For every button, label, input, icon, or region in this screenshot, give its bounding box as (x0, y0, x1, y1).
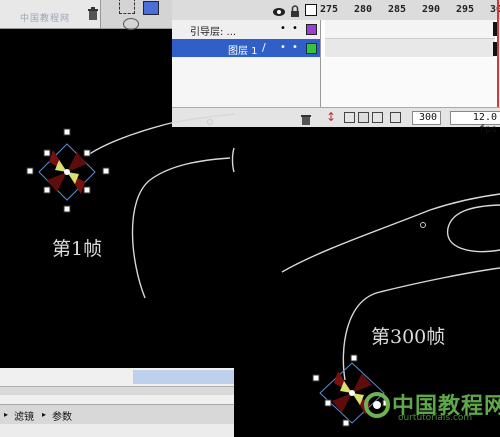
panel-tabs: ▸ 滤镜 ▸ 参数 (0, 404, 234, 426)
motion-guide-path (131, 157, 231, 299)
registration-point (420, 222, 426, 228)
caption-frame-300: 第300帧 (371, 326, 446, 348)
panel-footer (0, 424, 234, 437)
site-logo-subtext: ourtutorials.com (398, 413, 473, 423)
panel-arrow-icon[interactable]: ▸ (42, 410, 46, 419)
tab-filter[interactable]: 滤镜 (14, 408, 34, 423)
registration-point (207, 119, 213, 125)
tab-params[interactable]: 参数 (52, 408, 72, 423)
panel-strip (0, 386, 234, 395)
motion-guide-path (281, 193, 500, 273)
caption-frame-1: 第1帧 (52, 238, 103, 260)
panel-highlight (133, 370, 234, 384)
panel-arrow-icon[interactable]: ▸ (4, 410, 8, 419)
